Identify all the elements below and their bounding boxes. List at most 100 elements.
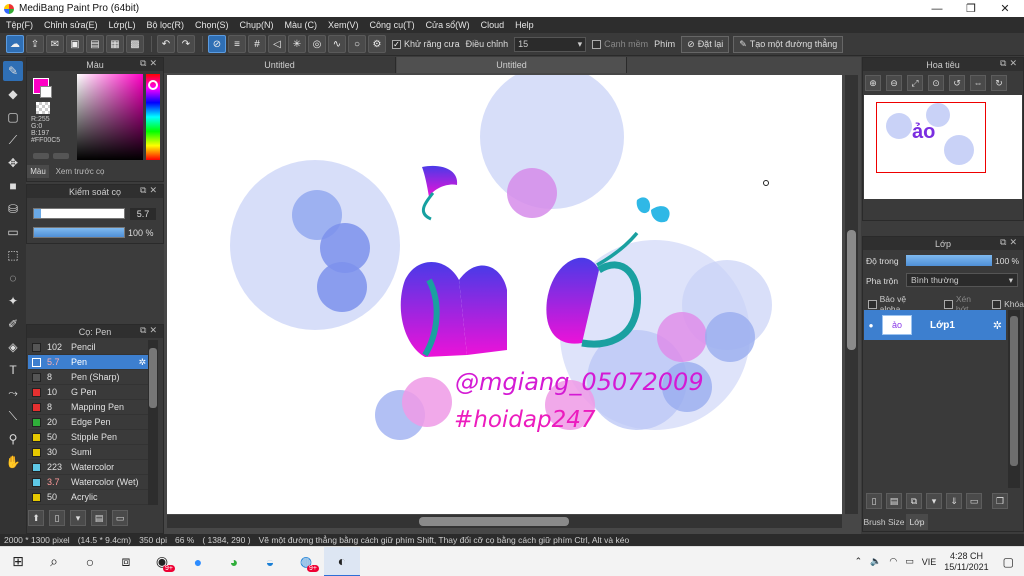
select-eraser-icon[interactable]: ◈ bbox=[3, 337, 23, 357]
lasso-tool-icon[interactable]: ◌ bbox=[3, 268, 23, 288]
antialias-checkbox[interactable]: ✓ bbox=[392, 39, 401, 49]
fill-rect-tool-icon[interactable]: ■ bbox=[3, 176, 23, 196]
tab-brush-preview[interactable]: Xem trước cọ bbox=[50, 165, 110, 178]
windows-start-icon[interactable]: ⊞ bbox=[0, 547, 36, 576]
snap-ellipse-icon[interactable]: ○ bbox=[348, 35, 366, 53]
select-tool-icon[interactable]: ⬚ bbox=[3, 245, 23, 265]
bucket-tool-icon[interactable]: ⛁ bbox=[3, 199, 23, 219]
grid-icon[interactable]: ▩ bbox=[126, 35, 144, 53]
folder-icon[interactable]: ▭ bbox=[966, 493, 982, 509]
hue-handle[interactable] bbox=[148, 80, 158, 90]
upload-icon[interactable]: ⇪ bbox=[26, 35, 44, 53]
menu-help[interactable]: Help bbox=[515, 20, 534, 30]
panel-controls[interactable]: ⧉✕ bbox=[1000, 58, 1020, 69]
transparent-swatch[interactable] bbox=[36, 102, 50, 114]
lock-toggle[interactable]: Khóa bbox=[992, 299, 1024, 309]
menu-cloud[interactable]: Cloud bbox=[481, 20, 505, 30]
eyedropper-icon[interactable]: ⚲ bbox=[3, 429, 23, 449]
undo-icon[interactable]: ↶ bbox=[157, 35, 175, 53]
new-brush-icon[interactable]: ▯ bbox=[49, 510, 65, 526]
move-tool-icon[interactable]: ✥ bbox=[3, 153, 23, 173]
tab-layer[interactable]: Lớp bbox=[906, 514, 928, 530]
gear-icon[interactable]: ✲ bbox=[993, 319, 1002, 332]
menu-layer[interactable]: Lớp(L) bbox=[109, 20, 136, 30]
restore-button[interactable]: ❐ bbox=[954, 0, 988, 17]
zoom-out-icon[interactable]: ⊖ bbox=[886, 75, 902, 91]
brush-item[interactable]: 223 Watercolor bbox=[28, 460, 148, 475]
protect-alpha-checkbox[interactable] bbox=[868, 299, 877, 309]
new-layer-icon[interactable]: ▯ bbox=[866, 493, 882, 509]
brush-folder-icon[interactable]: ▭ bbox=[112, 510, 128, 526]
brush-item-selected[interactable]: 5.7 Pen ✲ bbox=[28, 355, 148, 370]
panel-controls[interactable]: ⧉✕ bbox=[140, 185, 160, 196]
medibang-taskbar-icon[interactable]: ◐ bbox=[324, 546, 360, 576]
layer-scrollbar[interactable] bbox=[1008, 310, 1020, 488]
speaker-icon[interactable]: 🔈 bbox=[870, 556, 881, 567]
chevron-up-icon[interactable]: ⌃ bbox=[855, 556, 863, 567]
close-button[interactable]: ✕ bbox=[988, 0, 1022, 17]
snap-curve-icon[interactable]: ∿ bbox=[328, 35, 346, 53]
snap-parallel-icon[interactable]: ≡ bbox=[228, 35, 246, 53]
straight-line-button[interactable]: ✎ Tạo một đường thẳng bbox=[733, 35, 844, 53]
copy-layer-icon[interactable]: ❐ bbox=[992, 493, 1008, 509]
lock-checkbox[interactable] bbox=[992, 299, 1002, 309]
operation-tool-icon[interactable]: ⤳ bbox=[3, 383, 23, 403]
menu-edit[interactable]: Chỉnh sửa(E) bbox=[44, 20, 98, 30]
search-icon[interactable]: ⌕ bbox=[36, 547, 72, 576]
panel-controls[interactable]: ⧉✕ bbox=[140, 325, 160, 336]
redo-icon[interactable]: ↷ bbox=[177, 35, 195, 53]
brush-item[interactable]: 3.7 Watercolor (Wet) bbox=[28, 475, 148, 490]
brush-list-scrollbar[interactable] bbox=[148, 340, 158, 505]
drawing-canvas[interactable]: @mgiang_05072009 #hoidap247 bbox=[167, 75, 842, 514]
zoom-actual-icon[interactable]: ⊙ bbox=[928, 75, 944, 91]
navigator-preview[interactable]: ảo bbox=[864, 95, 1022, 199]
duplicate-layer-icon[interactable]: ⧉ bbox=[906, 493, 922, 509]
language-indicator[interactable]: VIE bbox=[922, 557, 937, 567]
add-brush-icon[interactable]: ⬆ bbox=[28, 510, 44, 526]
chat-icon[interactable]: ▣ bbox=[66, 35, 84, 53]
layer-row[interactable]: ● ảo Lớp1 ✲ bbox=[864, 310, 1006, 340]
wifi-icon[interactable]: ◠ bbox=[889, 556, 897, 567]
snap-circle-icon[interactable]: ◎ bbox=[308, 35, 326, 53]
magic-wand-icon[interactable]: ✦ bbox=[3, 291, 23, 311]
rotate-right-icon[interactable]: ↻ bbox=[991, 75, 1007, 91]
minimize-button[interactable]: — bbox=[920, 0, 954, 17]
antialias-toggle[interactable]: ✓ Khử răng cưa bbox=[392, 39, 460, 49]
brush-size-value[interactable]: 5.7 bbox=[130, 208, 156, 220]
coccoc-icon[interactable]: ◕ bbox=[216, 547, 252, 576]
menu-color[interactable]: Màu (C) bbox=[285, 20, 318, 30]
saturation-value-picker[interactable] bbox=[77, 74, 143, 160]
menu-window[interactable]: Cửa sổ(W) bbox=[426, 20, 470, 30]
select-pen-icon[interactable]: ✐ bbox=[3, 314, 23, 334]
eraser-tool-icon[interactable]: ◆ bbox=[3, 84, 23, 104]
new-halftone-layer-icon[interactable]: ▤ bbox=[886, 493, 902, 509]
brush-tool-icon[interactable]: ✎ bbox=[3, 61, 23, 81]
brush-item[interactable]: 10 G Pen bbox=[28, 385, 148, 400]
snap-cross-icon[interactable]: # bbox=[248, 35, 266, 53]
blend-mode-select[interactable]: Bình thường ▾ bbox=[906, 273, 1018, 287]
horizontal-scrollbar[interactable] bbox=[167, 515, 842, 528]
soft-edge-checkbox[interactable] bbox=[592, 39, 602, 49]
menu-filter[interactable]: Bộ lọc(R) bbox=[146, 20, 184, 30]
battery-icon[interactable]: ▭ bbox=[905, 556, 914, 567]
brush-item[interactable]: 50 Acrylic bbox=[28, 490, 148, 505]
correction-select[interactable]: 15 ▾ bbox=[514, 36, 587, 52]
text-tool-icon[interactable]: T bbox=[3, 360, 23, 380]
brush-menu-icon[interactable]: ▾ bbox=[70, 510, 86, 526]
color-remove-button[interactable] bbox=[53, 153, 69, 159]
notification-icon[interactable]: ▢ bbox=[1003, 555, 1014, 569]
vertical-scrollbar[interactable] bbox=[845, 75, 858, 514]
menu-view[interactable]: Xem(V) bbox=[328, 20, 359, 30]
comment-icon[interactable]: ✉ bbox=[46, 35, 64, 53]
flip-icon[interactable]: ⇔ bbox=[970, 75, 986, 91]
snap-radial-icon[interactable]: ✳ bbox=[288, 35, 306, 53]
tab-document-2[interactable]: Untitled bbox=[397, 57, 627, 73]
menu-tools[interactable]: Công cụ(T) bbox=[370, 20, 415, 30]
merge-layer-icon[interactable]: ⇓ bbox=[946, 493, 962, 509]
layer-menu-icon[interactable]: ▾ bbox=[926, 493, 942, 509]
zoom-in-icon[interactable]: ⊕ bbox=[865, 75, 881, 91]
panel-controls[interactable]: ⧉✕ bbox=[140, 58, 160, 69]
edge-icon[interactable]: ◒ bbox=[252, 547, 288, 576]
tab-color[interactable]: Màu bbox=[27, 165, 49, 178]
menu-select[interactable]: Chọn(S) bbox=[195, 20, 229, 30]
